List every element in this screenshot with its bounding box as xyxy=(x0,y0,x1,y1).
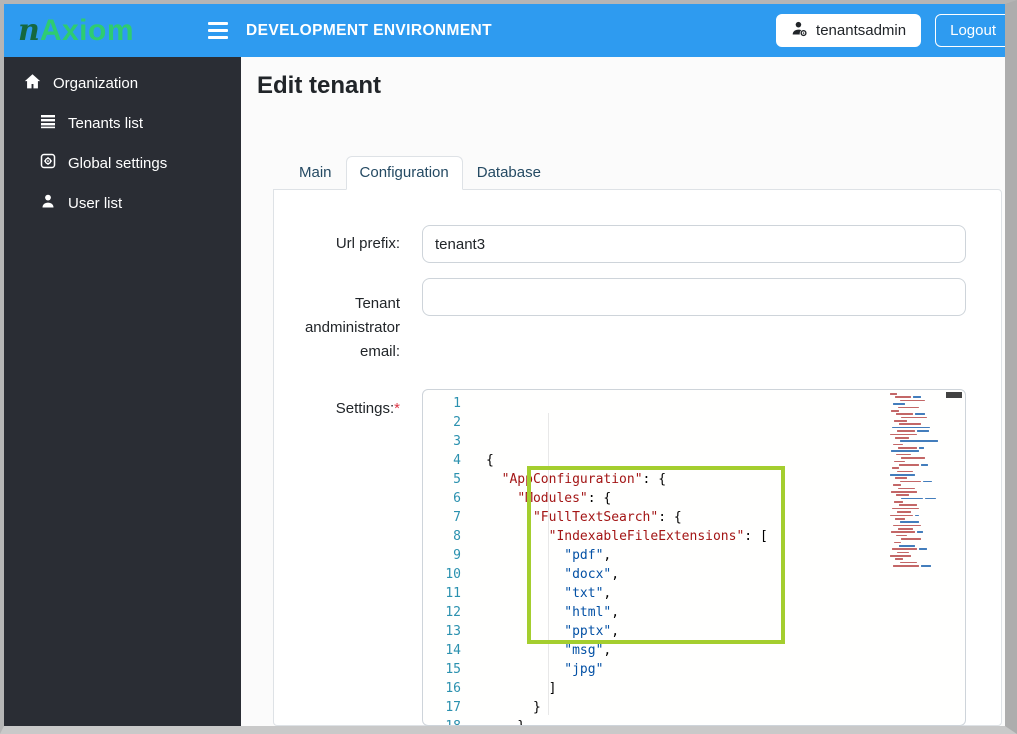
environment-title: DEVELOPMENT ENVIRONMENT xyxy=(246,21,493,39)
tab-panel-configuration: Url prefix: Tenant andministrator email:… xyxy=(273,189,1002,726)
tab-configuration[interactable]: Configuration xyxy=(345,156,463,190)
settings-doc-icon xyxy=(40,153,56,173)
form-row-url-prefix: Url prefix: xyxy=(290,225,966,263)
settings-label: Settings:* xyxy=(335,400,400,417)
page-title: Edit tenant xyxy=(257,72,381,99)
required-marker: * xyxy=(394,400,400,417)
editor-line-numbers: 123456789101112131415161718 xyxy=(445,396,461,725)
tab-bar: Main Configuration Database xyxy=(285,156,1005,190)
sidebar-item-user-list[interactable]: User list xyxy=(4,183,241,223)
window-frame: nAxiom DEVELOPMENT ENVIRONMENT tenantsad… xyxy=(0,0,1017,734)
sidebar-item-label: Organization xyxy=(53,74,139,92)
current-user-button[interactable]: tenantsadmin xyxy=(776,14,922,47)
home-icon xyxy=(24,73,41,94)
editor-minimap[interactable] xyxy=(886,393,941,693)
sidebar-item-label: Tenants list xyxy=(68,114,144,132)
url-prefix-label: Url prefix: xyxy=(335,235,400,252)
code-line: }, xyxy=(486,717,965,725)
code-line: } xyxy=(486,700,541,715)
form-row-tenant-admin-email: Tenant andministrator email: xyxy=(290,278,966,364)
sidebar-nav: Organization Tenants list Global settings U… xyxy=(4,57,241,726)
sidebar-item-label: User list xyxy=(68,194,123,212)
indent-guide xyxy=(548,413,549,715)
tenant-admin-email-input[interactable] xyxy=(422,278,966,316)
tab-database[interactable]: Database xyxy=(463,156,555,189)
tab-main[interactable]: Main xyxy=(285,156,346,189)
settings-code-editor[interactable]: 123456789101112131415161718 { "AppConfig… xyxy=(422,389,966,726)
logo-n: n xyxy=(18,12,40,48)
user-icon xyxy=(40,193,56,213)
user-gear-icon xyxy=(791,20,808,41)
app-logo: nAxiom xyxy=(18,12,198,48)
current-user-label: tenantsadmin xyxy=(816,22,907,39)
sidebar-item-organization[interactable]: Organization xyxy=(4,63,241,103)
list-icon xyxy=(40,113,56,133)
sidebar-item-tenants-list[interactable]: Tenants list xyxy=(4,103,241,143)
logout-button[interactable]: Logout xyxy=(935,14,1005,47)
logo-axiom: Axiom xyxy=(39,13,134,47)
form-row-settings: Settings:* 123456789101112131415161718 {… xyxy=(290,389,966,726)
app-header: nAxiom DEVELOPMENT ENVIRONMENT tenantsad… xyxy=(4,4,1005,57)
editor-scrollbar-thumb[interactable] xyxy=(946,392,962,398)
hamburger-menu-icon[interactable] xyxy=(208,18,234,43)
tenant-admin-email-label: Tenant andministrator email: xyxy=(304,295,400,360)
url-prefix-input[interactable] xyxy=(422,225,966,263)
sidebar-item-label: Global settings xyxy=(68,154,168,172)
main-content: Edit tenant Main Configuration Database Ur… xyxy=(241,57,1005,726)
sidebar-item-global-settings[interactable]: Global settings xyxy=(4,143,241,183)
